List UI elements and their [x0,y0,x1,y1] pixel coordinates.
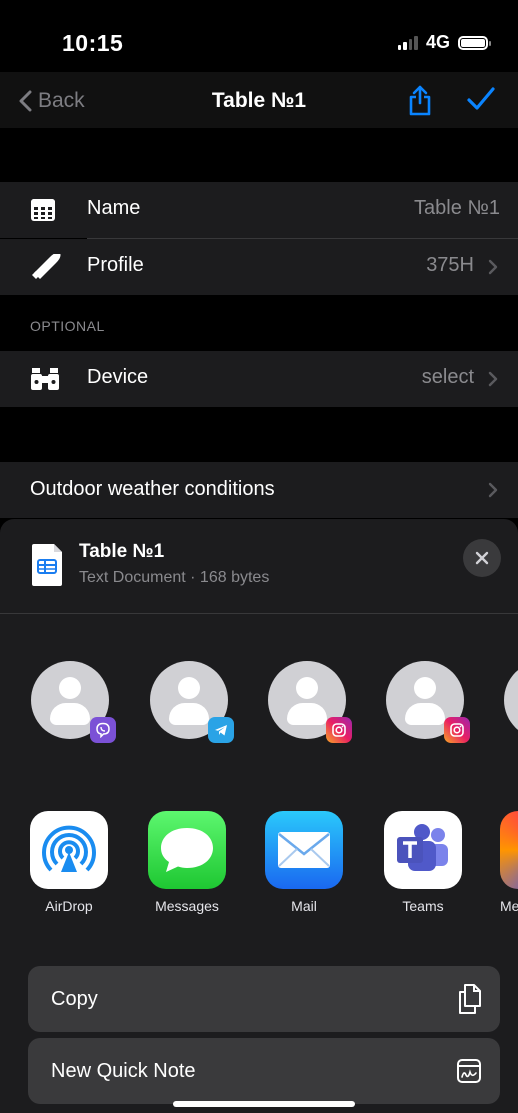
app-name: Messages [155,898,219,914]
share-sheet: Table №1 Text Document · 168 bytes AirDr… [0,519,518,1113]
device-row[interactable]: Device select [0,351,518,407]
action-label: New Quick Note [51,1060,196,1082]
instagram-icon [444,717,470,743]
viber-icon [90,717,116,743]
app-airdrop[interactable]: AirDrop [29,811,109,914]
app-name: AirDrop [45,898,93,914]
name-value: Table №1 [414,197,500,219]
binoculars-icon [31,368,59,390]
close-icon [475,551,489,565]
document-subtitle: Text Document · 168 bytes [79,569,270,586]
weather-conditions-row[interactable]: Outdoor weather conditions [0,462,518,518]
app-icon [500,811,518,889]
text-document-icon [32,544,62,586]
app-messages[interactable]: Messages [147,811,227,914]
weather-conditions-label: Outdoor weather conditions [30,478,275,500]
app-name: Me [500,898,518,914]
name-row[interactable]: Name Table №1 [0,182,518,238]
app-name: Mail [291,898,317,914]
table-grid-icon [31,199,55,221]
close-button[interactable] [463,539,501,577]
battery-icon [458,35,491,50]
device-value: select [421,366,474,388]
chevron-right-icon [488,482,498,498]
checkmark-icon [467,87,495,110]
divider [0,613,518,614]
instagram-icon [326,717,352,743]
device-label: Device [87,366,149,388]
app-partial[interactable]: Me [500,811,518,914]
cellular-signal-icon [397,35,418,50]
app-mail[interactable]: Mail [264,811,344,914]
teams-icon [384,811,462,889]
profile-row[interactable]: Profile 375H [0,239,518,295]
document-title: Table №1 [79,541,165,562]
airdrop-icon [30,811,108,889]
section-spacer [0,128,518,182]
contact-suggestion[interactable] [504,661,518,739]
new-quick-note-action[interactable]: New Quick Note [28,1038,500,1104]
optional-section-header: OPTIONAL [30,318,105,334]
profile-value: 375H [426,254,474,276]
share-button[interactable] [407,84,433,121]
mail-icon [265,811,343,889]
app-name: Teams [402,898,444,914]
network-type: 4G [425,32,450,52]
copy-icon [459,984,481,1014]
action-label: Copy [51,988,98,1010]
app-teams[interactable]: Teams [383,811,463,914]
bullet-icon [32,254,61,279]
telegram-icon [208,717,234,743]
status-time: 10:15 [62,30,124,56]
messages-icon [148,811,226,889]
name-label: Name [87,197,141,219]
chevron-right-icon [488,371,498,387]
profile-label: Profile [87,254,144,276]
page-title: Table №1 [211,89,307,112]
status-indicators: 4G [397,32,491,53]
share-icon [409,85,431,116]
copy-action[interactable]: Copy [28,966,500,1032]
quick-note-icon [457,1059,481,1083]
chevron-right-icon [488,259,498,275]
done-button[interactable] [466,86,496,117]
home-indicator[interactable] [173,1101,355,1107]
